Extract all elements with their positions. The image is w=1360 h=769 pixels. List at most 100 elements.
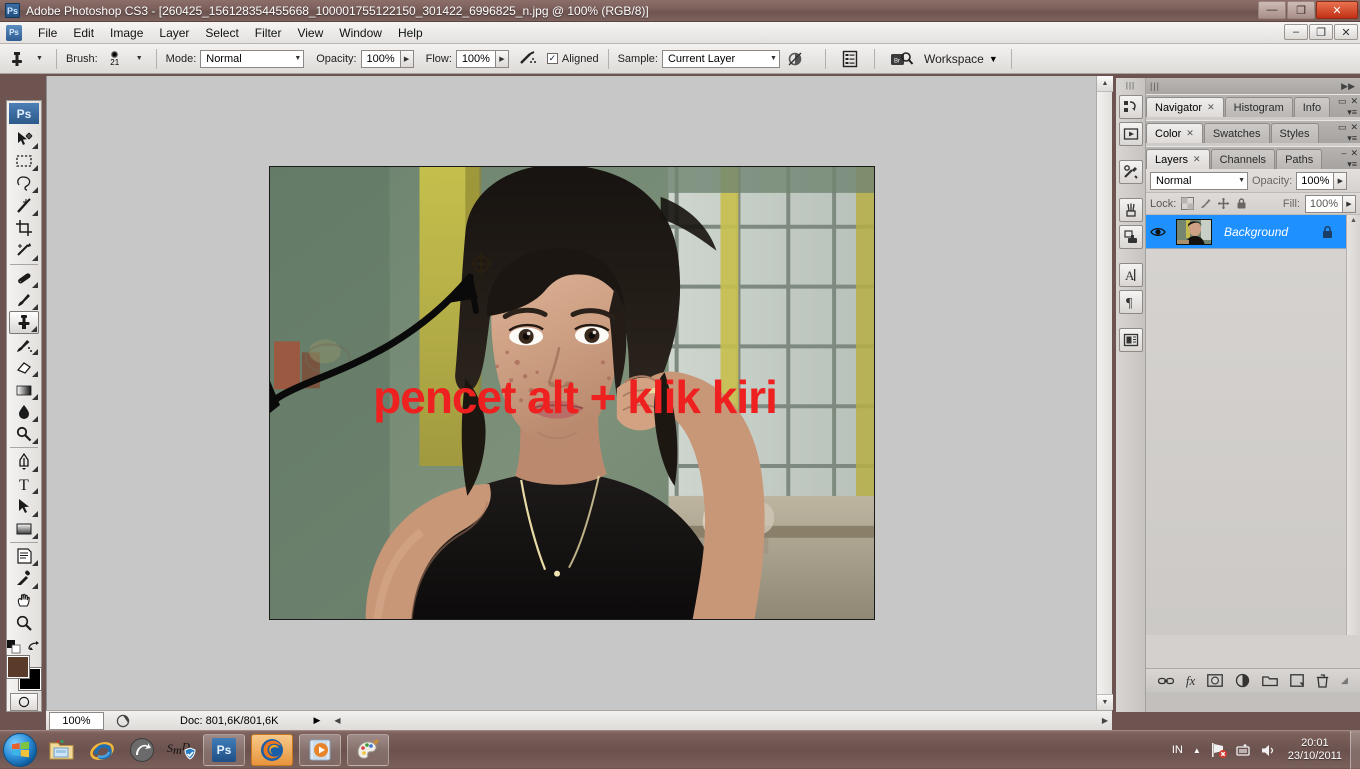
layers-scrollbar[interactable]: ▲ — [1346, 215, 1360, 635]
quick-mask-icon[interactable] — [10, 693, 38, 711]
layer-mask-icon[interactable] — [1207, 674, 1224, 687]
menu-file[interactable]: File — [30, 24, 65, 42]
document-canvas-area[interactable]: pencet alt + klik kiri ▲ ▼ — [46, 76, 1113, 710]
layers-list[interactable]: Background ▲ — [1146, 215, 1360, 635]
move-tool[interactable] — [9, 127, 39, 149]
panel-menu-icon[interactable]: ▾≡ — [1347, 107, 1357, 118]
panel-resize-grip[interactable]: ◢ — [1341, 675, 1348, 686]
layer-opacity-value[interactable]: 100% — [1296, 171, 1335, 190]
lock-position-icon[interactable] — [1217, 197, 1230, 210]
language-indicator[interactable]: IN — [1172, 744, 1183, 756]
tab-swatches[interactable]: Swatches — [1203, 123, 1270, 143]
tab-paths[interactable]: Paths — [1276, 149, 1323, 169]
rectangular-marquee-tool[interactable] — [9, 150, 39, 172]
delete-layer-icon[interactable] — [1316, 673, 1329, 688]
tab-styles[interactable]: Styles — [1270, 123, 1319, 143]
crop-tool[interactable] — [9, 217, 39, 239]
panel-menu-icon[interactable]: ▾≡ — [1347, 159, 1357, 170]
panel-menu-icon[interactable]: ▾≡ — [1347, 133, 1357, 144]
table-row[interactable]: Background — [1146, 215, 1360, 249]
lasso-tool[interactable] — [9, 172, 39, 194]
minimize-icon[interactable]: – — [1341, 148, 1346, 159]
default-colors-icon[interactable] — [7, 640, 21, 654]
link-layers-icon[interactable] — [1157, 675, 1174, 687]
sample-select[interactable]: Current Layer ▼ — [661, 49, 780, 68]
blur-tool[interactable] — [9, 401, 39, 423]
zoom-tool[interactable] — [9, 612, 39, 634]
close-icon[interactable]: ✕ — [1193, 154, 1201, 165]
tab-channels[interactable]: Channels — [1210, 149, 1276, 169]
lock-image-pixels-icon[interactable] — [1199, 197, 1212, 210]
menu-window[interactable]: Window — [331, 24, 390, 42]
smadav-icon[interactable]: S m D — [167, 735, 197, 765]
layer-fill-field[interactable]: 100% ▶ — [1305, 194, 1356, 213]
windows-start-orb[interactable] — [3, 732, 37, 767]
color-swatches[interactable] — [6, 655, 42, 692]
menu-edit[interactable]: Edit — [65, 24, 102, 42]
character-panel-icon[interactable]: A — [1118, 263, 1143, 287]
clone-stamp-icon[interactable] — [6, 48, 28, 70]
actions-panel-icon[interactable] — [1118, 122, 1143, 146]
opacity-value[interactable]: 100% — [360, 49, 401, 68]
doc-restore-button[interactable]: ❐ — [1309, 24, 1333, 40]
flow-slider-arrow[interactable]: ▶ — [495, 49, 509, 68]
magic-wand-tool[interactable] — [9, 194, 39, 216]
scroll-left-button[interactable]: ◀ — [334, 716, 340, 725]
paint-taskbar-button[interactable] — [347, 733, 389, 766]
tab-layers[interactable]: Layers ✕ — [1146, 149, 1210, 169]
brush-tool[interactable] — [9, 289, 39, 311]
history-brush-tool[interactable] — [9, 334, 39, 356]
lock-all-icon[interactable] — [1235, 197, 1248, 210]
scroll-up-button[interactable]: ▲ — [1097, 76, 1113, 92]
minimize-icon[interactable]: ▭ — [1338, 122, 1347, 133]
close-icon[interactable]: ✕ — [1350, 148, 1358, 159]
panel-grip[interactable]: ||| — [1150, 81, 1160, 91]
paragraph-panel-icon[interactable]: ¶ — [1118, 290, 1143, 314]
blend-mode-select[interactable]: Normal ▼ — [200, 49, 305, 68]
scroll-down-button[interactable]: ▼ — [1097, 694, 1113, 710]
palettes-icon[interactable] — [839, 48, 861, 70]
lock-transparent-pixels-icon[interactable] — [1181, 197, 1195, 210]
close-button[interactable]: ✕ — [1316, 1, 1358, 19]
tool-presets-panel-icon[interactable] — [1118, 160, 1143, 184]
dock-grip[interactable]: ||| — [1116, 78, 1145, 92]
eraser-tool[interactable] — [9, 356, 39, 378]
download-manager-icon[interactable] — [127, 735, 157, 765]
adjustment-layer-icon[interactable] — [1235, 673, 1250, 688]
notes-tool[interactable] — [9, 545, 39, 567]
tab-info[interactable]: Info — [1293, 97, 1331, 117]
flow-value[interactable]: 100% — [455, 49, 496, 68]
preview-icon[interactable] — [116, 714, 130, 728]
tab-histogram[interactable]: Histogram — [1224, 97, 1293, 117]
minimize-button[interactable]: — — [1258, 1, 1286, 19]
healing-brush-tool[interactable] — [9, 267, 39, 289]
opacity-slider-arrow[interactable]: ▶ — [400, 49, 414, 68]
eye-icon[interactable] — [1146, 226, 1170, 238]
tab-navigator[interactable]: Navigator ✕ — [1146, 97, 1224, 117]
foreground-color-swatch[interactable] — [6, 655, 30, 680]
path-selection-tool[interactable] — [9, 495, 39, 517]
panel-dock-header[interactable]: ||| ▶▶ — [1146, 78, 1360, 94]
close-icon[interactable]: ✕ — [1350, 122, 1358, 133]
volume-icon[interactable] — [1260, 743, 1276, 758]
scroll-right-button[interactable]: ▶ — [1102, 716, 1108, 725]
doc-minimize-button[interactable]: – — [1284, 24, 1308, 40]
maximize-button[interactable]: ❐ — [1287, 1, 1315, 19]
airbrush-icon[interactable] — [517, 48, 539, 70]
ignore-adjustment-layers-icon[interactable] — [784, 48, 806, 70]
show-hidden-icons-arrow[interactable]: ▲ — [1193, 746, 1201, 755]
clock[interactable]: 20:01 23/10/2011 — [1288, 737, 1342, 763]
internet-explorer-icon[interactable] — [87, 735, 117, 765]
show-desktop-button[interactable] — [1350, 731, 1360, 769]
close-icon[interactable]: ✕ — [1207, 102, 1215, 113]
tab-color[interactable]: Color ✕ — [1146, 123, 1203, 143]
scroll-up-button[interactable]: ▲ — [1347, 215, 1360, 224]
firefox-taskbar-button[interactable] — [251, 733, 293, 766]
clone-stamp-preset-arrow[interactable]: ▼ — [32, 55, 47, 62]
status-expand-arrow[interactable]: ▶ — [313, 715, 320, 726]
canvas-vertical-scrollbar[interactable]: ▲ ▼ — [1096, 76, 1113, 710]
close-icon[interactable]: ✕ — [1186, 128, 1194, 139]
swap-colors-icon[interactable] — [27, 640, 41, 654]
layer-opacity-slider-arrow[interactable]: ▶ — [1334, 171, 1348, 190]
layer-thumbnail[interactable] — [1176, 218, 1212, 245]
